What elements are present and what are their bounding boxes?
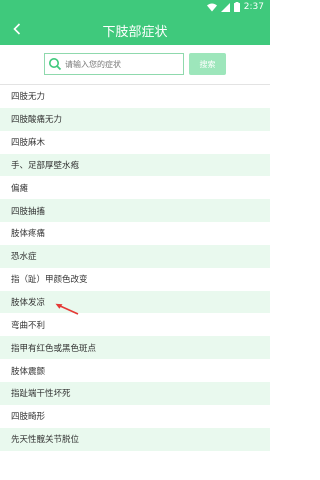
symptom-label: 四肢抽搐	[11, 206, 46, 217]
symptom-item[interactable]: 手、足部厚壁水疱	[0, 153, 270, 177]
search-button[interactable]: 搜索	[189, 53, 226, 75]
symptom-item[interactable]: 指趾端干性坏死	[0, 381, 270, 405]
symptom-list: 四肢无力四肢酸痛无力 四肢麻木手、足部厚壁水疱 偏瘫四肢抽搐肢体疼痛恐水症指（趾）甲…	[0, 85, 270, 480]
symptom-label: 弯曲不利	[11, 320, 46, 331]
status-time: 2:37	[243, 2, 264, 12]
symptom-label: 四肢无力	[11, 92, 46, 103]
symptom-item[interactable]: 四肢酸痛无力	[0, 107, 270, 131]
symptom-label: 恐水症	[11, 252, 37, 263]
signal-icon	[220, 2, 230, 12]
symptom-item[interactable]: 指甲有红色或黑色斑点	[0, 336, 270, 360]
symptom-item[interactable]: 四肢抽搐	[0, 199, 270, 223]
symptom-item[interactable]: 指（趾）甲颜色改变	[0, 267, 270, 291]
symptom-item[interactable]: 肢体发凉	[0, 290, 270, 314]
symptom-label: 肢体疼痛	[11, 229, 46, 240]
status-bar: 2:37	[0, 0, 270, 14]
symptom-item[interactable]: 四肢麻木	[0, 130, 270, 154]
symptom-label: 先天性髋关节脱位	[11, 435, 80, 446]
battery-icon	[233, 2, 240, 12]
symptom-label: 肢体发凉	[11, 298, 46, 309]
search-icon	[46, 55, 64, 73]
symptom-item[interactable]: 肢体疼痛	[0, 222, 270, 245]
symptom-label: 四肢麻木	[11, 138, 46, 149]
symptom-item[interactable]: 弯曲不利	[0, 313, 270, 337]
symptom-item[interactable]: 恐水症	[0, 244, 270, 268]
wifi-icon	[206, 3, 217, 11]
symptom-item[interactable]: 四肢无力	[0, 85, 270, 108]
app-bar: 下肢部症状	[0, 14, 270, 45]
symptom-item[interactable]: 肢体震颤	[0, 359, 270, 382]
symptom-item[interactable]: 偏瘫	[0, 176, 270, 200]
symptom-label: 偏瘫	[11, 183, 29, 194]
symptom-label: 四肢畸形	[11, 412, 46, 423]
page-title: 下肢部症状	[102, 25, 168, 40]
search-box[interactable]	[44, 53, 184, 75]
symptom-label: 指甲有红色或黑色斑点	[11, 343, 97, 354]
symptom-label: 手、足部厚壁水疱	[11, 160, 80, 171]
search-bar: 搜索	[0, 45, 270, 85]
symptom-label: 四肢酸痛无力	[11, 115, 63, 126]
annotation-arrow	[55, 303, 79, 315]
search-input[interactable]	[65, 55, 179, 73]
symptom-label: 指（趾）甲颜色改变	[11, 275, 88, 286]
symptom-item[interactable]: 先天性髋关节脱位	[0, 427, 270, 451]
symptom-label: 指趾端干性坏死	[11, 389, 71, 400]
symptom-item[interactable]: 四肢畸形	[0, 404, 270, 428]
symptom-label: 肢体震颤	[11, 366, 46, 377]
